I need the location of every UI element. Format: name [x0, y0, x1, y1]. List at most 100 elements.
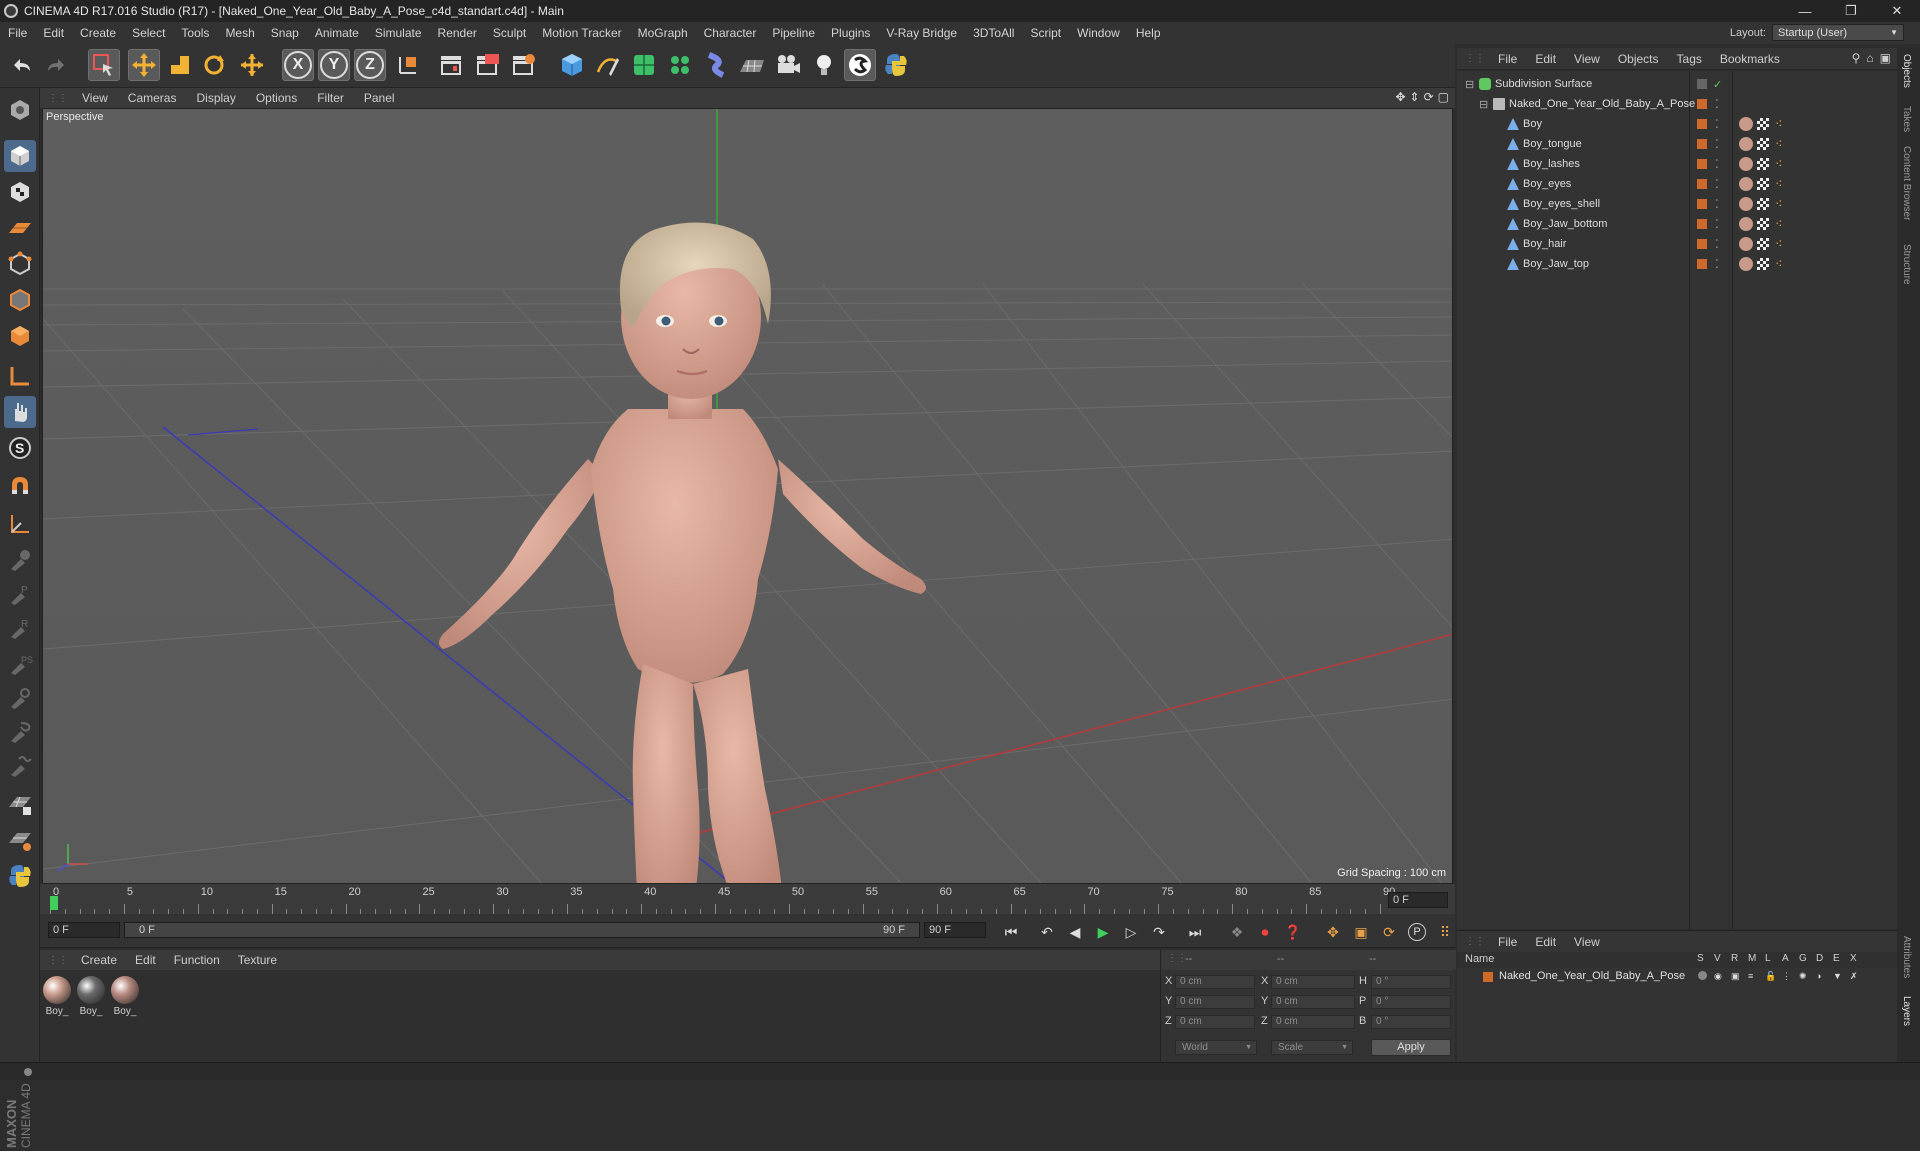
layer-menu-file[interactable]: File: [1489, 935, 1526, 949]
texture-mode-button[interactable]: [4, 176, 36, 208]
restore-icon[interactable]: ❐: [1828, 0, 1874, 22]
object-menu-objects[interactable]: Objects: [1609, 52, 1668, 66]
menu-vray-bridge[interactable]: V-Ray Bridge: [878, 26, 965, 40]
rotate-view-icon[interactable]: ⟳: [1424, 90, 1434, 104]
object-row[interactable]: Boy_Jaw_top ⁚ ⁖: [1457, 254, 1897, 274]
go-to-end-button[interactable]: ⏭: [1184, 921, 1206, 943]
soft-selection-button[interactable]: [4, 470, 36, 502]
texture-tag-icon[interactable]: [1757, 138, 1769, 150]
phong-tag-icon[interactable]: ⁖: [1775, 216, 1783, 232]
key-parameter-button[interactable]: P: [1406, 921, 1428, 943]
menu-create[interactable]: Create: [72, 26, 124, 40]
menu-edit[interactable]: Edit: [35, 26, 72, 40]
menu-file[interactable]: File: [0, 26, 35, 40]
layer-deformer-icon[interactable]: ◑: [1816, 971, 1821, 981]
texture-tag-icon[interactable]: [1757, 158, 1769, 170]
next-frame-button[interactable]: ▷: [1120, 921, 1142, 943]
side-tab-objects[interactable]: Objects: [1901, 54, 1912, 88]
menu-plugins[interactable]: Plugins: [823, 26, 878, 40]
key-scale-button[interactable]: ▣: [1350, 921, 1372, 943]
layer-menu-view[interactable]: View: [1565, 935, 1609, 949]
material-tag-icon[interactable]: [1739, 177, 1753, 191]
viewport-menu-options[interactable]: Options: [246, 91, 307, 105]
menu-character[interactable]: Character: [696, 26, 765, 40]
viewport-menu-filter[interactable]: Filter: [307, 91, 354, 105]
material-tag-icon[interactable]: [1739, 197, 1753, 211]
menu-tools[interactable]: Tools: [173, 26, 217, 40]
record-button[interactable]: ⏺: [1254, 921, 1276, 943]
pan-view-icon[interactable]: ✥: [1395, 90, 1405, 104]
menu-sculpt[interactable]: Sculpt: [485, 26, 534, 40]
position-y-field[interactable]: 0 cm: [1175, 995, 1255, 1009]
render-view-button[interactable]: [436, 49, 468, 81]
object-row[interactable]: ⊟ Naked_One_Year_Old_Baby_A_Pose ⁚: [1457, 94, 1897, 114]
material-tag-icon[interactable]: [1739, 157, 1753, 171]
side-tab-attributes[interactable]: Attributes: [1901, 936, 1912, 978]
layer-color-swatch[interactable]: [1483, 972, 1493, 982]
sculpt-grab-button[interactable]: [4, 682, 36, 714]
sculpt-flatten-button[interactable]: R: [4, 612, 36, 644]
enabled-check-icon[interactable]: ✓: [1713, 78, 1722, 91]
redo-button[interactable]: [40, 49, 72, 81]
viewport-menu-display[interactable]: Display: [186, 91, 245, 105]
menu-pipeline[interactable]: Pipeline: [764, 26, 823, 40]
material-menu-function[interactable]: Function: [165, 953, 229, 967]
editor-visibility-icon[interactable]: [1697, 79, 1707, 89]
layer-visible-icon[interactable]: ◉: [1714, 971, 1722, 982]
key-position-button[interactable]: ✥: [1322, 921, 1344, 943]
layer-color-swatch[interactable]: [1697, 139, 1707, 149]
material-swatch[interactable]: Boy_: [76, 976, 106, 1017]
sculpt-mask-button[interactable]: [4, 716, 36, 748]
keyframe-selection-button[interactable]: ❖: [1226, 921, 1248, 943]
material-tag-icon[interactable]: [1739, 257, 1753, 271]
edges-mode-button[interactable]: [4, 284, 36, 316]
object-row[interactable]: Boy_Jaw_bottom ⁚ ⁖: [1457, 214, 1897, 234]
object-row[interactable]: Boy_eyes_shell ⁚ ⁖: [1457, 194, 1897, 214]
previous-frame-button[interactable]: ◀: [1064, 921, 1086, 943]
menu-script[interactable]: Script: [1022, 26, 1069, 40]
size-z-field[interactable]: 0 cm: [1271, 1015, 1355, 1029]
menu-select[interactable]: Select: [124, 26, 173, 40]
object-row[interactable]: Boy_eyes ⁚ ⁖: [1457, 174, 1897, 194]
add-floor-button[interactable]: [736, 49, 768, 81]
add-subdivision-surface-button[interactable]: [628, 49, 660, 81]
rotation-p-field[interactable]: 0 °: [1371, 995, 1451, 1009]
layout-dropdown[interactable]: Startup (User) ▼: [1772, 24, 1904, 41]
phong-tag-icon[interactable]: ⁖: [1775, 236, 1783, 252]
layer-color-swatch[interactable]: [1697, 199, 1707, 209]
position-x-field[interactable]: 0 cm: [1175, 975, 1255, 989]
layer-color-swatch[interactable]: [1697, 259, 1707, 269]
home-icon[interactable]: ⌂: [1866, 51, 1873, 65]
layer-expression-icon[interactable]: ▼: [1833, 971, 1842, 981]
menu-snap[interactable]: Snap: [263, 26, 307, 40]
paint-mode-button[interactable]: [4, 788, 36, 820]
menu-simulate[interactable]: Simulate: [367, 26, 430, 40]
menu-window[interactable]: Window: [1069, 26, 1128, 40]
layer-menu-edit[interactable]: Edit: [1526, 935, 1565, 949]
search-icon[interactable]: ⚲: [1852, 51, 1861, 65]
visibility-dots-icon[interactable]: ⁚: [1715, 117, 1719, 131]
texture-tag-icon[interactable]: [1757, 118, 1769, 130]
layer-color-swatch[interactable]: [1697, 219, 1707, 229]
previous-key-button[interactable]: ↶: [1036, 921, 1058, 943]
side-tab-takes[interactable]: Takes: [1901, 106, 1912, 132]
workplane-axis-button[interactable]: [4, 508, 36, 540]
next-key-button[interactable]: ↷: [1148, 921, 1170, 943]
visibility-dots-icon[interactable]: ⁚: [1715, 237, 1719, 251]
object-row[interactable]: Boy ⁚ ⁖: [1457, 114, 1897, 134]
side-tab-structure[interactable]: Structure: [1901, 244, 1912, 285]
phong-tag-icon[interactable]: ⁖: [1775, 256, 1783, 272]
visibility-dots-icon[interactable]: ⁚: [1715, 177, 1719, 191]
script-python-button[interactable]: [4, 860, 36, 892]
timeline-ruler[interactable]: 051015202530354045505560657075808590 0 F: [40, 884, 1455, 914]
material-swatch[interactable]: Boy_: [110, 976, 140, 1017]
phong-tag-icon[interactable]: ⁖: [1775, 196, 1783, 212]
layer-color-swatch[interactable]: [1697, 119, 1707, 129]
snap-button[interactable]: S: [4, 432, 36, 464]
menu-mesh[interactable]: Mesh: [217, 26, 262, 40]
material-tag-icon[interactable]: [1739, 117, 1753, 131]
perspective-viewport[interactable]: Perspective Grid Spacing : 100 cm: [42, 108, 1453, 884]
object-row[interactable]: ⊟ Subdivision Surface ✓: [1457, 74, 1897, 94]
render-settings-button[interactable]: [508, 49, 540, 81]
current-frame-marker[interactable]: [50, 896, 58, 910]
